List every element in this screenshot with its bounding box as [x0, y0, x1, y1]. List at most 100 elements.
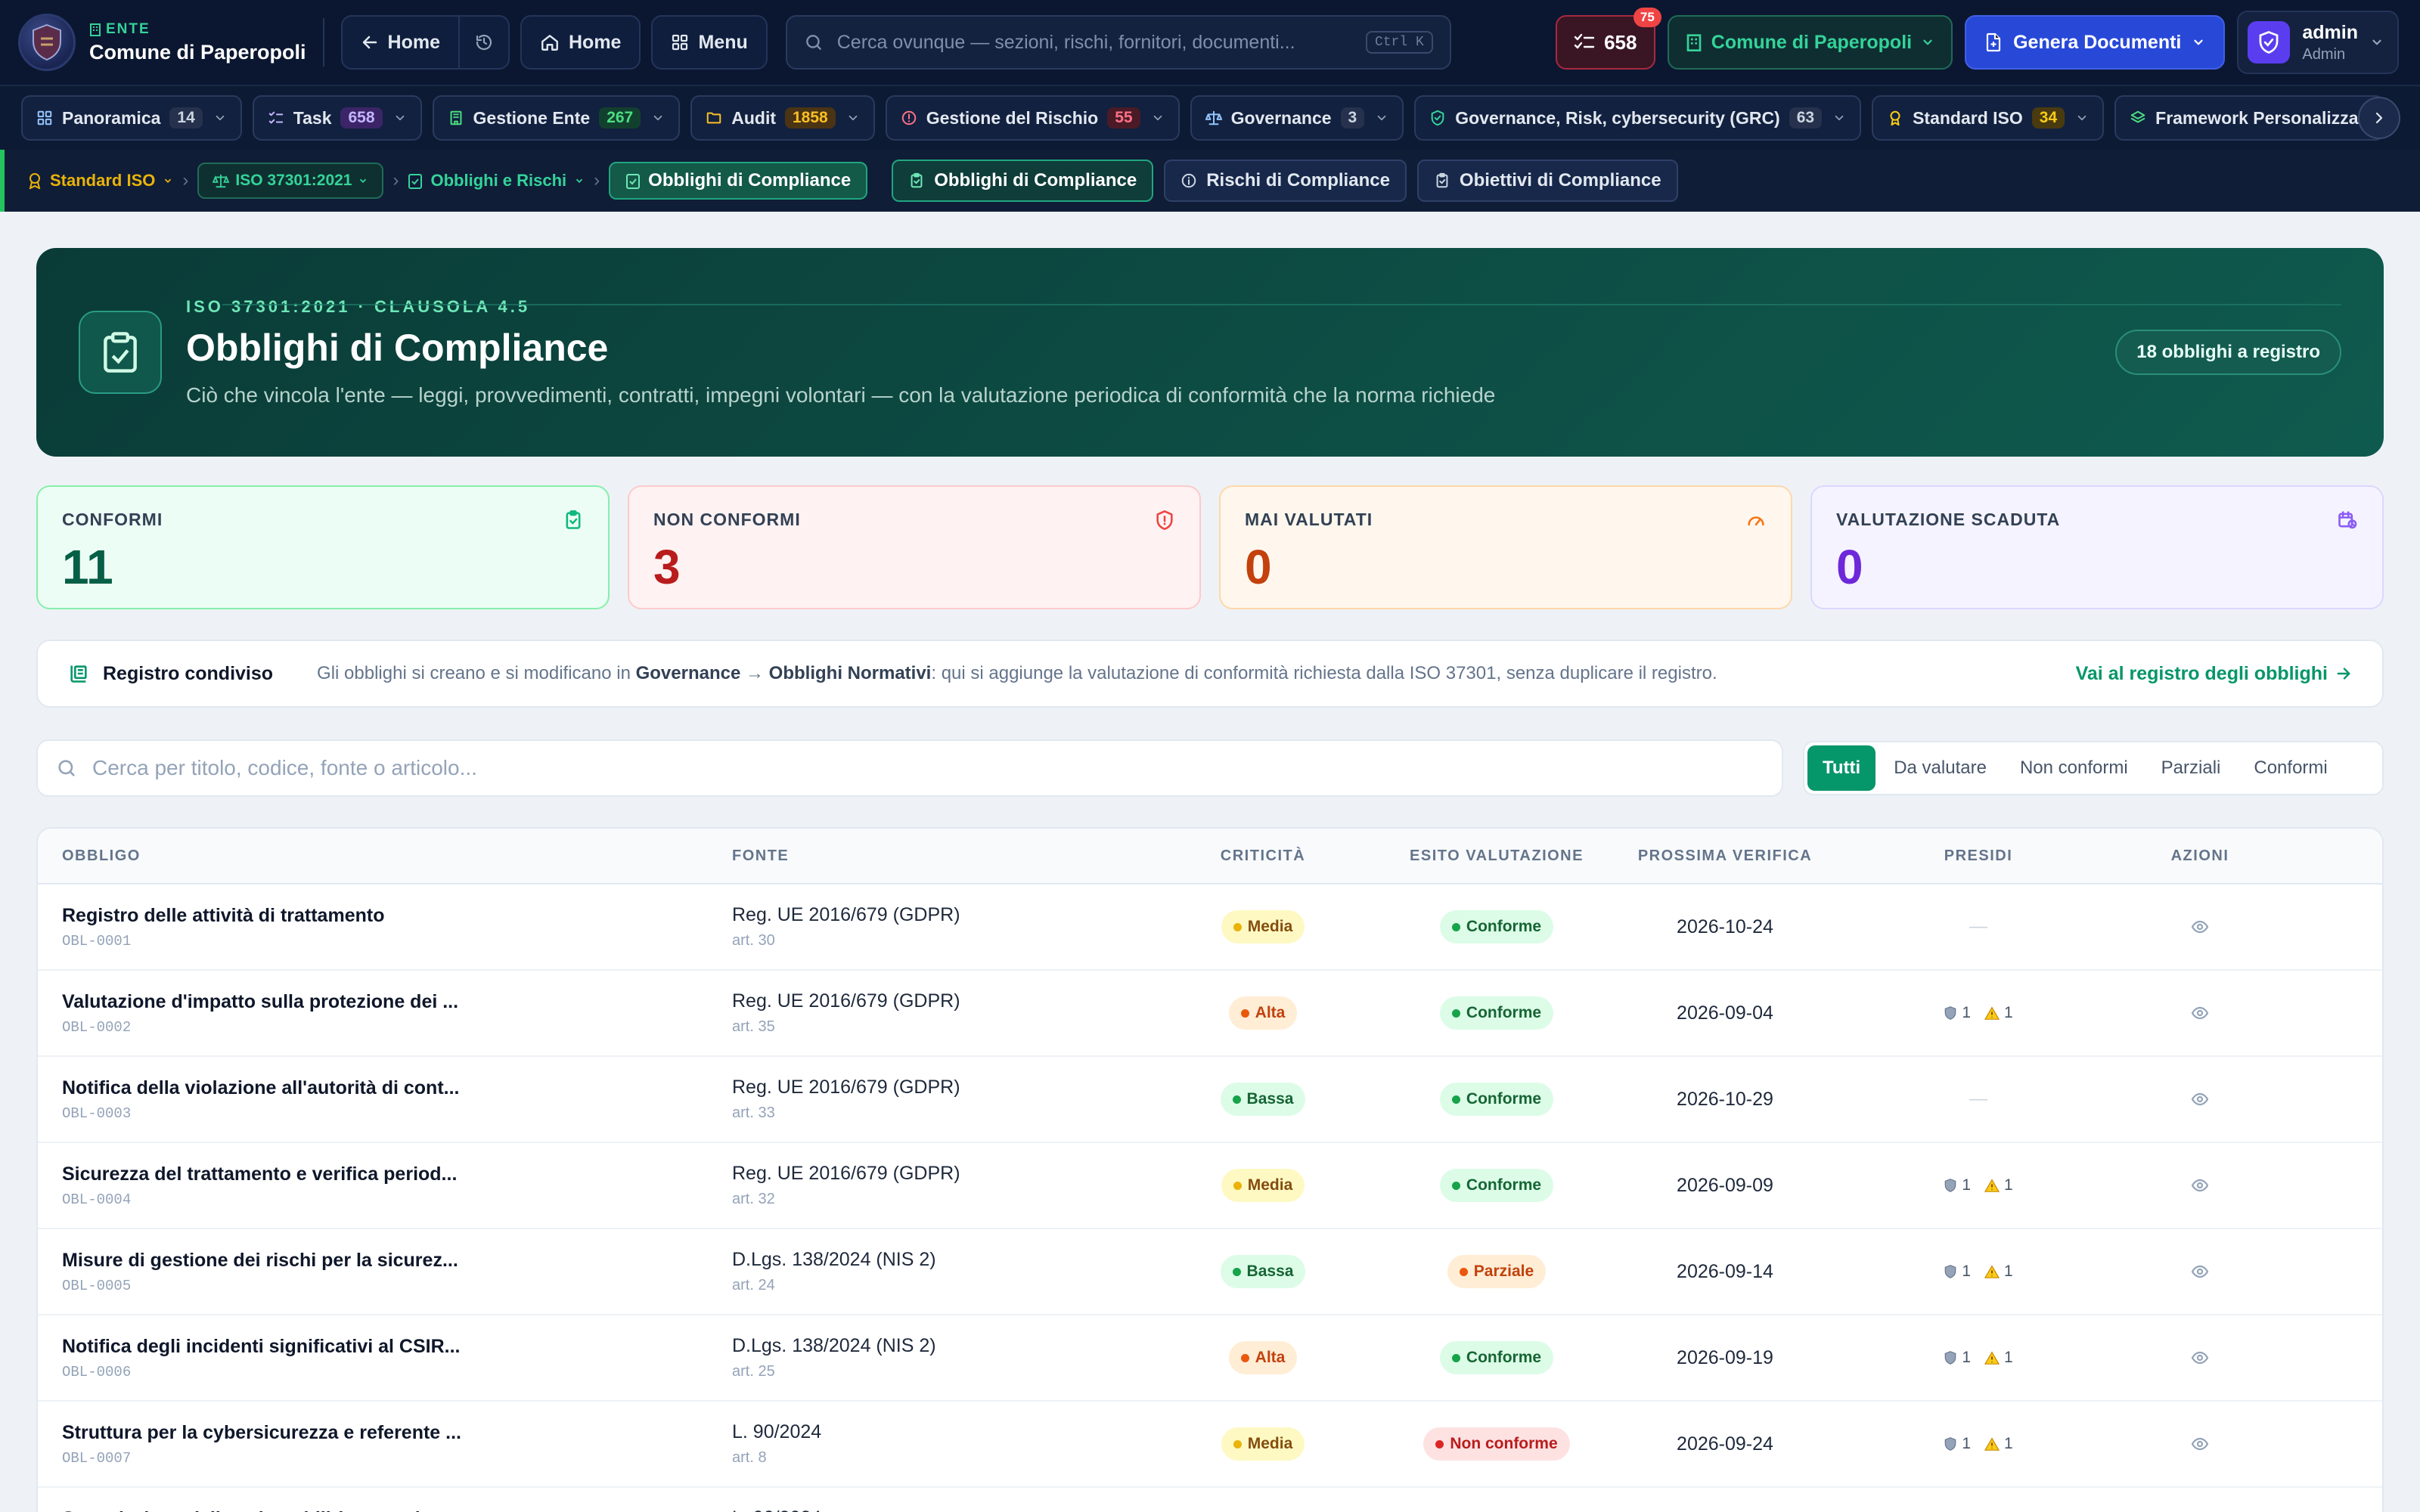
subtab[interactable]: Obblighi di Compliance	[892, 160, 1154, 202]
view-button[interactable]	[2191, 1263, 2209, 1281]
generate-documents-button[interactable]: Genera Documenti	[1965, 15, 2226, 70]
warning-icon	[1984, 1351, 2000, 1365]
source-article: art. 25	[732, 1363, 775, 1380]
view-button[interactable]	[2191, 1435, 2209, 1453]
table-row[interactable]: Registro delle attività di trattamento O…	[38, 885, 2382, 971]
module-label: Panoramica	[62, 107, 161, 128]
table-row[interactable]: Struttura per la cybersicurezza e refere…	[38, 1402, 2382, 1488]
back-home-button[interactable]: Home	[343, 17, 458, 68]
column-header: PROSSIMA VERIFICA	[1637, 847, 1813, 864]
module-count: 34	[2031, 107, 2065, 129]
subtabs: Obblighi di Compliance Rischi di Complian…	[892, 160, 1678, 202]
controls-count-value: 1	[1962, 1349, 1971, 1366]
obligation-title[interactable]: Struttura per la cybersicurezza e refere…	[62, 1422, 732, 1444]
clipboard-check-icon	[626, 174, 641, 189]
shield-icon	[1945, 1179, 1956, 1192]
module-tab[interactable]: Gestione del Rischio 55	[885, 95, 1180, 141]
obligation-title[interactable]: Valutazione d'impatto sulla protezione d…	[62, 991, 732, 1013]
presidi-cell: 1 1	[1827, 1263, 2130, 1281]
filter-parziali[interactable]: Parziali	[2146, 745, 2236, 791]
status-dot	[1232, 1267, 1241, 1276]
chevron-down-icon	[213, 111, 227, 125]
stat-icon	[563, 510, 584, 531]
obligation-title[interactable]: Segnalazione delle vulnerabilità comunic…	[62, 1508, 732, 1512]
source-article: art. 8	[732, 1449, 767, 1466]
menu-button[interactable]: Menu	[651, 15, 768, 70]
menu-button-inner[interactable]: Menu	[653, 17, 765, 68]
breadcrumb-obblighi-rischi[interactable]: Obblighi e Rischi	[408, 171, 585, 191]
obligation-title[interactable]: Registro delle attività di trattamento	[62, 905, 732, 927]
tasks-button[interactable]: 658 75	[1555, 8, 1661, 70]
ente-selector[interactable]: Comune di Paperopoli	[1667, 15, 1953, 70]
view-button[interactable]	[2191, 1090, 2209, 1108]
table-row[interactable]: Misure di gestione dei rischi per la sic…	[38, 1229, 2382, 1315]
global-search[interactable]: Ctrl K	[785, 15, 1451, 70]
filter-tutti[interactable]: Tutti	[1807, 745, 1876, 791]
assessment-badge: Conforme	[1439, 996, 1554, 1030]
module-tab[interactable]: Audit 1858	[690, 95, 875, 141]
subtab[interactable]: Rischi di Compliance	[1164, 160, 1407, 202]
table-search-input[interactable]	[92, 756, 1764, 780]
table-row[interactable]: Segnalazione delle vulnerabilità comunic…	[38, 1488, 2382, 1512]
filter-non-conformi[interactable]: Non conformi	[2005, 745, 2143, 791]
filter-conformi[interactable]: Conformi	[2238, 745, 2342, 791]
assessment-badge: Non conforme	[1423, 1427, 1570, 1461]
module-tab[interactable]: Task 658	[252, 95, 422, 141]
breadcrumb-separator: ›	[392, 170, 399, 191]
module-tab[interactable]: Governance, Risk, cybersecurity (GRC) 63	[1414, 95, 1862, 141]
source-title: Reg. UE 2016/679 (GDPR)	[732, 1163, 960, 1184]
next-check-cell: 2026-09-04	[1623, 1002, 1827, 1024]
view-button[interactable]	[2191, 918, 2209, 936]
table-row[interactable]: Notifica della violazione all'autorità d…	[38, 1057, 2382, 1143]
home-button[interactable]: Home	[520, 15, 641, 70]
breadcrumb-standard-iso[interactable]: Standard ISO	[27, 171, 173, 191]
global-search-input[interactable]	[836, 31, 1352, 54]
obligation-cell: Misure di gestione dei rischi per la sic…	[38, 1250, 732, 1294]
module-tab[interactable]: Panoramica 14	[21, 95, 242, 141]
risks-count-value: 1	[2004, 1263, 2013, 1280]
obligation-title[interactable]: Misure di gestione dei rischi per la sic…	[62, 1250, 732, 1272]
table-row[interactable]: Valutazione d'impatto sulla protezione d…	[38, 971, 2382, 1057]
go-to-registry-link[interactable]: Vai al registro degli obblighi	[2076, 663, 2352, 685]
module-count: 55	[1107, 107, 1140, 129]
criticality-badge: Media	[1221, 1427, 1305, 1461]
clipboard-check-icon	[566, 510, 581, 529]
view-button[interactable]	[2191, 1004, 2209, 1022]
module-scroll-right-button[interactable]	[2358, 97, 2400, 139]
table-row[interactable]: Notifica degli incidenti significativi a…	[38, 1315, 2382, 1402]
obligation-title[interactable]: Sicurezza del trattamento e verifica per…	[62, 1163, 732, 1185]
source-cell: D.Lgs. 138/2024 (NIS 2) art. 25	[732, 1335, 1156, 1380]
table-row[interactable]: Sicurezza del trattamento e verifica per…	[38, 1143, 2382, 1229]
table-search[interactable]	[36, 739, 1783, 797]
breadcrumb-current[interactable]: Obblighi di Compliance	[609, 162, 868, 200]
home-button-inner[interactable]: Home	[522, 17, 639, 68]
column-header: ESITO VALUTAZIONE	[1410, 847, 1584, 864]
module-tab[interactable]: Framework Personalizzati	[2114, 95, 2384, 141]
obligation-title[interactable]: Notifica della violazione all'autorità d…	[62, 1077, 732, 1099]
view-button[interactable]	[2191, 1349, 2209, 1367]
warning-icon	[1984, 1437, 2000, 1451]
assessment-cell: Parziale	[1370, 1255, 1623, 1288]
criticality-cell: Media	[1156, 910, 1370, 943]
filter-da-valutare[interactable]: Da valutare	[1879, 745, 2002, 791]
assessment-cell: Conforme	[1370, 1083, 1623, 1116]
notice-title: Registro condiviso	[103, 662, 274, 684]
source-title: L. 90/2024	[732, 1421, 822, 1442]
user-menu[interactable]: admin Admin	[2237, 11, 2399, 74]
module-tab[interactable]: Standard ISO 34	[1872, 95, 2105, 141]
obligation-title[interactable]: Notifica degli incidenti significativi a…	[62, 1336, 732, 1358]
module-tab[interactable]: Governance 3	[1190, 95, 1404, 141]
breadcrumb-iso-code-label: ISO 37301:2021	[235, 172, 352, 189]
source-title: Reg. UE 2016/679 (GDPR)	[732, 990, 960, 1012]
assessment-cell: Non conforme	[1370, 1427, 1623, 1461]
subtab[interactable]: Obiettivi di Compliance	[1416, 160, 1678, 202]
history-button[interactable]	[458, 17, 508, 68]
grid-icon	[672, 34, 688, 51]
source-cell: Reg. UE 2016/679 (GDPR) art. 35	[732, 990, 1156, 1036]
risks-count: 1	[1984, 1435, 2013, 1453]
view-button[interactable]	[2191, 1176, 2209, 1194]
breadcrumb-iso-code[interactable]: ISO 37301:2021	[197, 163, 384, 199]
module-tab[interactable]: Gestione Ente 267	[432, 95, 681, 141]
source-title: Reg. UE 2016/679 (GDPR)	[732, 904, 960, 925]
stat-label: VALUTAZIONE SCADUTA	[1836, 510, 2061, 529]
